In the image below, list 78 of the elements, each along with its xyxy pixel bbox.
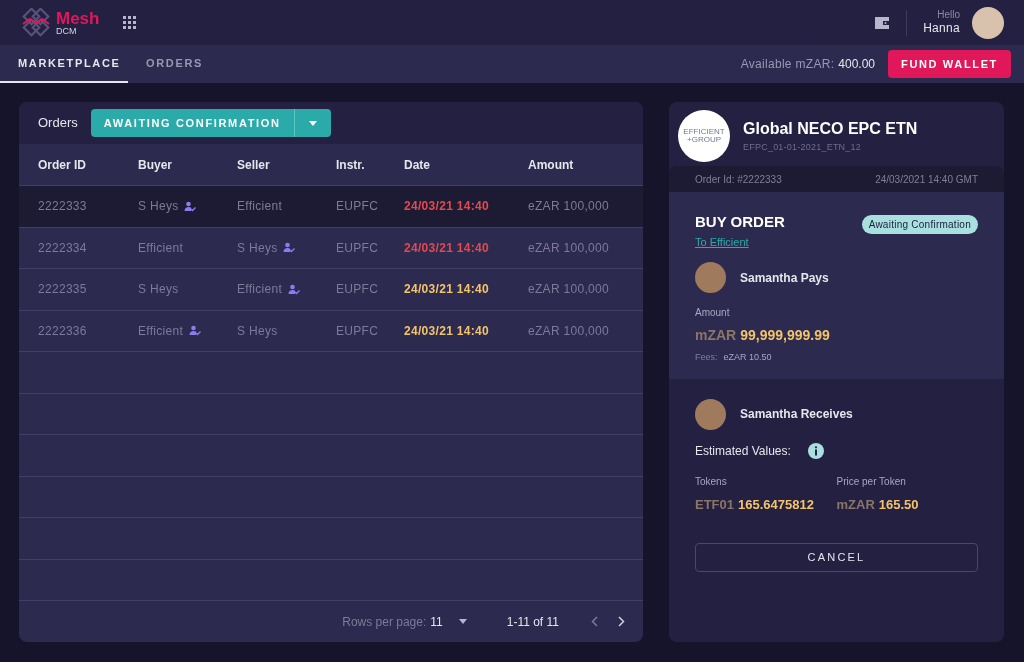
user-name: Hanna bbox=[923, 21, 960, 37]
price-value: 165.50 bbox=[878, 495, 919, 514]
table-cell-text: eZAR 100,000 bbox=[528, 198, 610, 216]
caret-icon bbox=[458, 619, 467, 624]
date-cell-text: 24/03/21 14:40 bbox=[404, 281, 490, 299]
table-cell-text: EUPFC bbox=[336, 281, 380, 299]
rows-per-page-label: Rows per page: bbox=[342, 613, 427, 631]
company-logo: EFFICIENT +GROUP bbox=[678, 110, 730, 162]
instrument-title: Global NECO EPC ETN bbox=[743, 119, 918, 140]
table-cell-text: eZAR 100,000 bbox=[528, 322, 610, 340]
table-cell-text: eZAR 100,000 bbox=[528, 281, 610, 299]
avatar-placeholder bbox=[695, 262, 726, 293]
table-cell-text: EUPFC bbox=[336, 239, 380, 257]
column-header[interactable]: Seller bbox=[237, 155, 336, 174]
tokens-value: 165.6475812 bbox=[738, 495, 814, 514]
table-cell-text: 2222333 bbox=[38, 198, 88, 216]
instrument-code: EFPC_01-01-2021_ETN_12 bbox=[743, 141, 863, 155]
amount-label: Amount bbox=[695, 306, 731, 320]
column-header[interactable]: Amount bbox=[528, 155, 624, 174]
table-cell-text: Efficient bbox=[237, 198, 283, 216]
fees-label: Fees: bbox=[695, 351, 718, 364]
date-cell-text: 24/03/21 14:40 bbox=[404, 198, 490, 216]
column-header[interactable]: Order ID bbox=[38, 155, 138, 174]
tokens-label: Tokens bbox=[695, 474, 728, 489]
previous-page-icon[interactable] bbox=[591, 616, 598, 627]
table-cell-text: S Heys bbox=[237, 239, 278, 257]
page-range: 1-11 of 11 bbox=[506, 613, 559, 631]
status-badge: Awaiting Confirmation bbox=[861, 215, 978, 234]
receiver-name: Samantha Receives bbox=[740, 406, 853, 423]
currency-label: mZAR bbox=[695, 326, 737, 345]
wallet-icon[interactable] bbox=[874, 15, 891, 30]
avatar-placeholder[interactable] bbox=[972, 6, 1004, 39]
info-icon[interactable] bbox=[807, 442, 824, 459]
next-page-icon[interactable] bbox=[618, 616, 625, 627]
order-id: Order Id: #2222333 bbox=[695, 172, 782, 187]
currency-label: mZAR bbox=[836, 495, 875, 514]
table-cell-text: 2222334 bbox=[38, 239, 88, 257]
brand-name: Mesh bbox=[56, 9, 100, 27]
table-cell-text: Efficient bbox=[237, 281, 283, 299]
table-cell-text: S Heys bbox=[138, 281, 179, 299]
fund-wallet-button[interactable]: FUND WALLET bbox=[888, 50, 1011, 78]
order-timestamp: 24/03/2021 14:40 GMT bbox=[875, 172, 978, 187]
column-header[interactable]: Date bbox=[404, 155, 528, 174]
cancel-button[interactable]: CANCEL bbox=[695, 543, 978, 572]
caret-icon bbox=[308, 120, 317, 126]
table-cell-text: 2222336 bbox=[38, 322, 88, 340]
card-title: Orders bbox=[38, 114, 78, 133]
order-type: BUY ORDER bbox=[695, 212, 785, 232]
balance-label: Available mZAR: bbox=[740, 56, 835, 73]
brand-subtitle: DCM bbox=[56, 26, 78, 36]
estimated-values-label: Estimated Values: bbox=[695, 442, 791, 460]
payer-name: Samantha Pays bbox=[740, 269, 829, 287]
nav-tab[interactable]: ORDERS bbox=[128, 45, 256, 83]
amount-value: 99,999,999.99 bbox=[740, 326, 830, 345]
date-cell-text: 24/03/21 14:40 bbox=[404, 322, 490, 340]
balance-value: 400.00 bbox=[838, 56, 875, 73]
table-cell-text: 2222335 bbox=[38, 281, 88, 299]
date-cell-text: 24/03/21 14:40 bbox=[404, 239, 490, 257]
table-cell-text: EUPFC bbox=[336, 198, 380, 216]
logo-icon bbox=[20, 7, 52, 38]
counterparty-link[interactable]: To Efficient bbox=[695, 233, 785, 250]
table-cell-text: eZAR 100,000 bbox=[528, 239, 610, 257]
rows-per-page-select[interactable]: 11 bbox=[430, 612, 467, 631]
table-cell-text: S Heys bbox=[237, 322, 278, 340]
table-cell-text: EUPFC bbox=[336, 322, 380, 340]
fees-value: eZAR 10.50 bbox=[723, 351, 772, 364]
avatar-placeholder bbox=[695, 398, 726, 430]
price-label: Price per Token bbox=[836, 474, 907, 489]
column-header[interactable]: Buyer bbox=[138, 155, 237, 174]
table-cell-text: Efficient bbox=[138, 322, 184, 340]
nav-tab[interactable]: MARKETPLACE bbox=[0, 45, 128, 83]
token-unit: ETF01 bbox=[695, 495, 734, 514]
apps-grid-icon[interactable] bbox=[123, 16, 137, 29]
table-cell-text: S Heys bbox=[138, 198, 179, 216]
table-row[interactable]: 2222333 S Heys Efficient EUPFC 24/03/21 14:40 eZAR 100,000 bbox=[19, 186, 643, 228]
column-header[interactable]: Instr. bbox=[336, 155, 404, 174]
greeting-text: Hello bbox=[937, 8, 960, 22]
table-cell-text: Efficient bbox=[138, 239, 184, 257]
